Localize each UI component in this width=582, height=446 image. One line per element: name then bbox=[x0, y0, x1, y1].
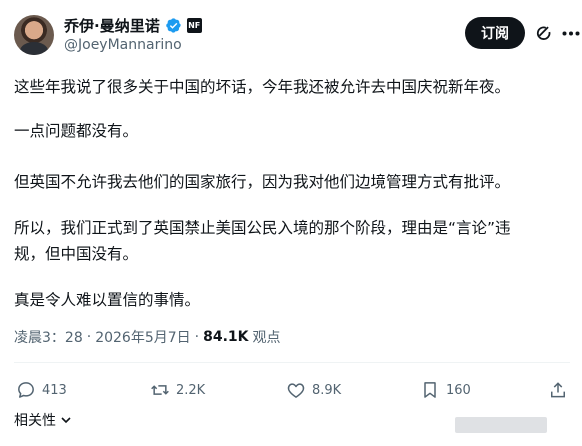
like-count: 8.9K bbox=[312, 382, 342, 398]
author-handle[interactable]: @JoeyMannarino bbox=[64, 37, 182, 53]
tweet-date[interactable]: 2026年5月7日 bbox=[95, 327, 190, 347]
tweet-paragraph: 所以，我们正式到了英国禁止美国公民入境的那个阶段，理由是“言论”违 bbox=[14, 219, 511, 237]
avatar[interactable] bbox=[14, 15, 54, 55]
views-label: 观点 bbox=[252, 330, 281, 346]
meta-separator: · bbox=[86, 329, 92, 345]
tweet-meta: 凌晨3：28 · 2026年5月7日 · 84.1K 观点 bbox=[14, 327, 280, 347]
reply-button[interactable]: 413 bbox=[16, 376, 67, 404]
tweet-paragraph: 真是令人难以置信的事情。 bbox=[14, 291, 201, 309]
reply-icon bbox=[18, 382, 34, 398]
share-button[interactable] bbox=[548, 376, 568, 404]
watermark bbox=[455, 414, 575, 436]
tweet-paragraph: 这些年我说了很多关于中国的坏话，今年我还被允许去中国庆祝新年夜。 bbox=[14, 78, 511, 96]
tweet-paragraph: 规，但中国没有。 bbox=[14, 245, 139, 263]
author-name-row: 乔伊·曼纳里诺 NF bbox=[64, 15, 202, 35]
tweet-paragraph: 但英国不允许我去他们的国家旅行，因为我对他们边境管理方式有批评。 bbox=[14, 173, 511, 191]
tweet-header: 乔伊·曼纳里诺 NF @JoeyMannarino 订阅 bbox=[0, 0, 582, 66]
divider bbox=[14, 362, 570, 363]
meta-separator: · bbox=[194, 329, 200, 345]
sort-label: 相关性 bbox=[14, 413, 56, 429]
action-bar: 413 2.2K 8.9K 160 bbox=[14, 376, 570, 404]
reply-count: 413 bbox=[42, 382, 67, 398]
verified-badge-icon bbox=[165, 17, 181, 33]
views-count: 84.1K bbox=[203, 329, 249, 345]
tweet-paragraph: 一点问题都没有。 bbox=[14, 122, 139, 140]
affiliate-badge-icon: NF bbox=[186, 17, 202, 33]
chevron-down-icon bbox=[61, 417, 71, 424]
tweet-time[interactable]: 凌晨3：28 bbox=[14, 327, 83, 347]
author-display-name[interactable]: 乔伊·曼纳里诺 bbox=[64, 15, 160, 36]
repost-icon bbox=[151, 385, 169, 395]
bookmark-count: 160 bbox=[446, 382, 471, 398]
grok-icon[interactable] bbox=[535, 24, 553, 42]
repost-button[interactable]: 2.2K bbox=[150, 376, 205, 404]
heart-icon bbox=[287, 383, 305, 398]
like-button[interactable]: 8.9K bbox=[286, 376, 341, 404]
watermark-logo bbox=[455, 417, 547, 433]
bookmark-button[interactable]: 160 bbox=[420, 376, 471, 404]
subscribe-button[interactable]: 订阅 bbox=[465, 17, 525, 49]
repost-count: 2.2K bbox=[176, 382, 206, 398]
bookmark-icon bbox=[424, 382, 436, 398]
sort-related-dropdown[interactable]: 相关性 bbox=[14, 410, 72, 430]
more-options-icon[interactable] bbox=[562, 31, 580, 36]
share-icon bbox=[551, 382, 565, 398]
